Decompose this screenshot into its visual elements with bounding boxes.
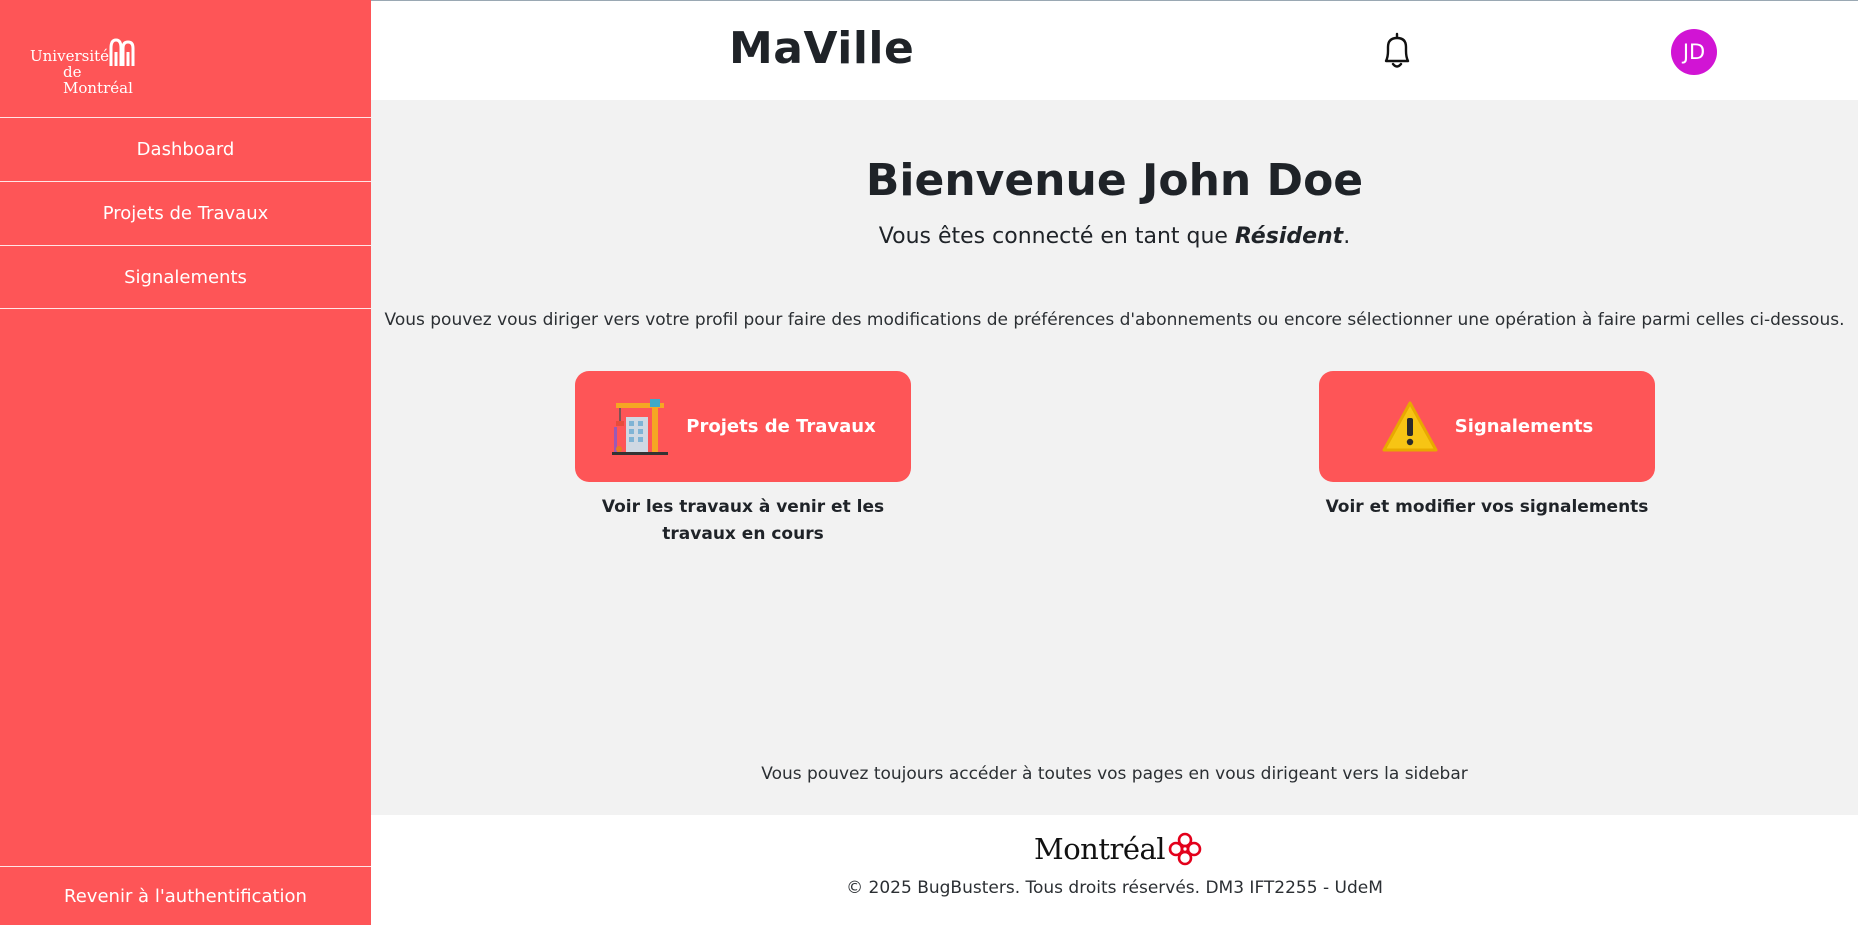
sidebar-hint: Vous pouvez toujours accéder à toutes vo… — [761, 764, 1468, 784]
warning-icon — [1382, 401, 1438, 451]
app-title: MaVille — [729, 23, 915, 74]
card-signalements: Signalements Voir et modifier vos signal… — [1319, 371, 1655, 521]
logo-line-2: de Montréal — [63, 63, 133, 97]
card-projets: Projets de Travaux Voir les travaux à ve… — [575, 371, 911, 548]
montreal-logo: Montréal — [1034, 831, 1203, 867]
role-value: Résident — [1234, 224, 1344, 249]
sidebar-item-dashboard[interactable]: Dashboard — [0, 117, 371, 181]
logout-link[interactable]: Revenir à l'authentification — [0, 866, 371, 925]
top-header: MaVille JD — [371, 0, 1858, 100]
signalements-card-description: Voir et modifier vos signalements — [1325, 497, 1649, 517]
sidebar-nav: Dashboard Projets de Travaux Signalement… — [0, 117, 371, 309]
welcome-title: Bienvenue John Doe — [865, 155, 1364, 206]
signalements-button[interactable]: Signalements — [1319, 371, 1655, 482]
user-avatar[interactable]: JD — [1671, 29, 1717, 75]
projets-card-description: Voir les travaux à venir et les travaux … — [601, 497, 885, 544]
projets-de-travaux-button[interactable]: Projets de Travaux — [575, 371, 911, 482]
sidebar-item-projets-de-travaux[interactable]: Projets de Travaux — [0, 181, 371, 245]
projets-card-label: Projets de Travaux — [686, 416, 876, 437]
intro-text: Vous pouvez vous diriger vers votre prof… — [384, 310, 1845, 330]
sidebar: Université de Montréal Dashboard Projets… — [0, 0, 371, 925]
udem-emblem-icon — [109, 38, 135, 66]
main-content: Bienvenue John Doe Vous êtes connecté en… — [371, 100, 1858, 815]
construction-crane-icon — [612, 398, 669, 455]
montreal-rosette-icon — [1168, 832, 1202, 866]
role-prefix: Vous êtes connecté en tant que — [878, 224, 1235, 249]
role-line: Vous êtes connecté en tant que Résident. — [371, 224, 1858, 249]
footer: Montréal © 2025 BugBusters. Tous droits … — [371, 815, 1858, 925]
bell-icon[interactable] — [1379, 31, 1415, 71]
montreal-logo-text: Montréal — [1034, 832, 1166, 866]
udem-logo: Université de Montréal — [30, 36, 140, 96]
sidebar-item-signalements[interactable]: Signalements — [0, 245, 371, 309]
role-suffix: . — [1343, 224, 1351, 249]
signalements-card-label: Signalements — [1454, 416, 1594, 437]
copyright-text: © 2025 BugBusters. Tous droits réservés.… — [846, 878, 1383, 898]
